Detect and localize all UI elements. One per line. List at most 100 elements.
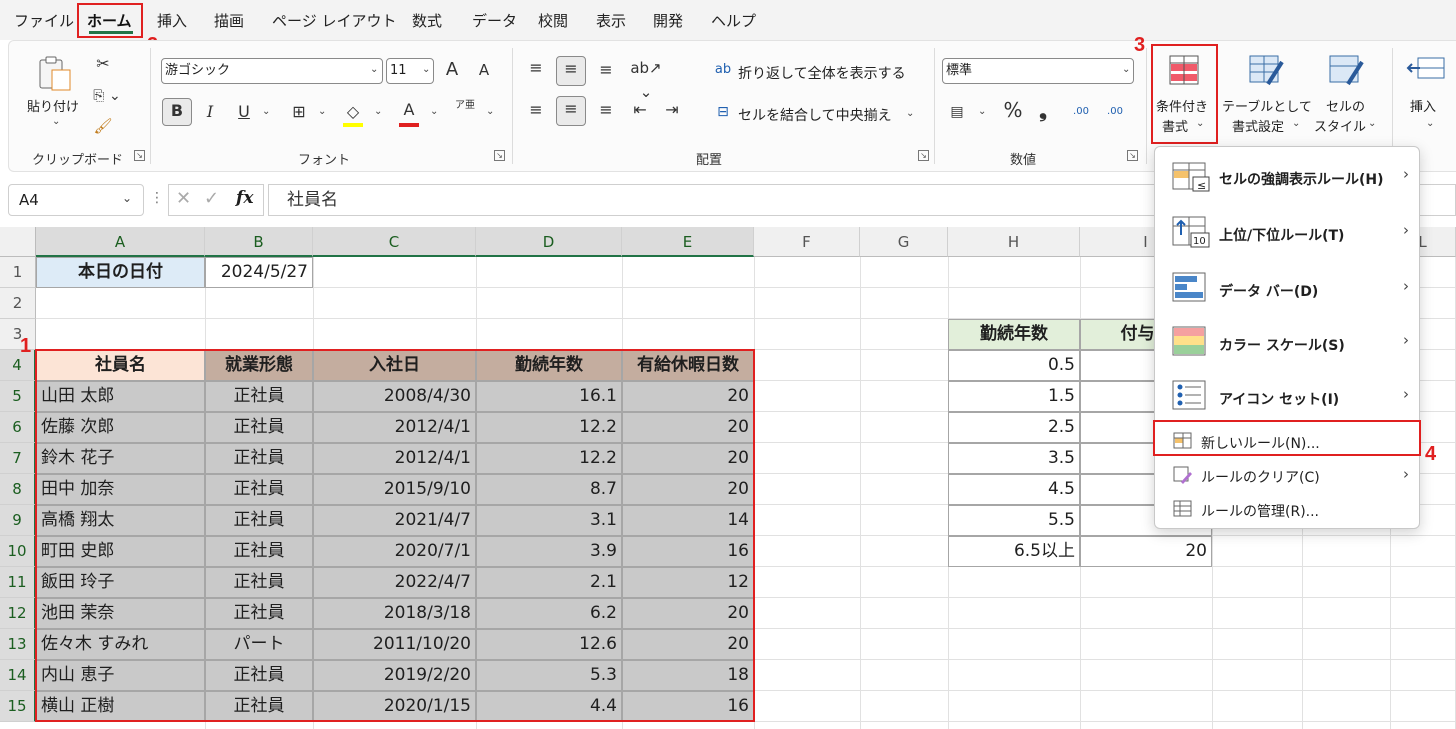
menu-item-data-bars[interactable]: データ バー(D) › [1155, 259, 1419, 315]
align-bottom-icon[interactable]: ≡ [594, 58, 618, 82]
lookup-years-cell[interactable]: 6.5以上 [948, 536, 1080, 567]
fill-color-icon[interactable]: ◇ [340, 100, 366, 124]
date-label-cell[interactable]: 本日の日付 [36, 257, 205, 288]
lookup-years-cell[interactable]: 1.5 [948, 381, 1080, 412]
paste-dropdown-icon[interactable]: ⌄ [52, 116, 60, 127]
orientation-icon[interactable]: ab↗ ⌄ [626, 56, 666, 104]
row-header-5[interactable]: 5 [0, 381, 36, 412]
fill-color-dropdown-icon[interactable]: ⌄ [374, 106, 382, 117]
format-as-table-dropdown-icon[interactable]: ⌄ [1292, 118, 1300, 129]
row-header-12[interactable]: 12 [0, 598, 36, 629]
phonetic-dropdown-icon[interactable]: ⌄ [486, 106, 494, 117]
column-header-e[interactable]: E [622, 227, 754, 257]
merge-center-button[interactable]: セルを結合して中央揃え [738, 105, 892, 125]
merge-dropdown-icon[interactable]: ⌄ [906, 108, 914, 119]
date-value-cell[interactable]: 2024/5/27 [205, 257, 313, 288]
font-size-dropdown-icon[interactable]: ⌄ [422, 64, 430, 75]
menu-item-top-bottom-rules[interactable]: 10 上位/下位ルール(T) › [1155, 205, 1419, 261]
underline-dropdown-icon[interactable]: ⌄ [262, 106, 270, 117]
insert-function-button[interactable]: fx [236, 188, 253, 208]
row-header-8[interactable]: 8 [0, 474, 36, 505]
tab-review[interactable]: 校閲 [538, 10, 568, 31]
clipboard-launcher-icon[interactable]: ↘ [134, 150, 145, 161]
column-header-c[interactable]: C [313, 227, 476, 257]
more-options-icon[interactable]: ⋮ [150, 190, 164, 206]
font-color-dropdown-icon[interactable]: ⌄ [430, 106, 438, 117]
tab-view[interactable]: 表示 [596, 10, 626, 31]
tab-developer[interactable]: 開発 [653, 10, 683, 31]
lookup-header-cell[interactable]: 勤続年数 [948, 319, 1080, 350]
lookup-years-cell[interactable]: 5.5 [948, 505, 1080, 536]
menu-item-icon-sets[interactable]: アイコン セット(I) › [1155, 367, 1419, 423]
lookup-days-cell[interactable]: 20 [1080, 536, 1212, 567]
row-header-9[interactable]: 9 [0, 505, 36, 536]
insert-cells-icon[interactable] [1406, 54, 1446, 86]
align-center-icon[interactable]: ≡ [556, 96, 586, 126]
row-header-13[interactable]: 13 [0, 629, 36, 660]
format-as-table-label-2[interactable]: 書式設定 [1232, 116, 1284, 135]
tab-formulas[interactable]: 数式 [412, 10, 442, 31]
menu-item-manage-rules[interactable]: ルールの管理(R)... [1155, 493, 1419, 527]
bold-button[interactable]: B [162, 98, 192, 126]
comma-style-button[interactable]: ❟ [1032, 98, 1054, 122]
wrap-text-icon[interactable]: ab [712, 58, 734, 82]
cell-styles-dropdown-icon[interactable]: ⌄ [1368, 118, 1376, 129]
align-middle-icon[interactable]: ≡ [556, 56, 586, 86]
lookup-years-cell[interactable]: 2.5 [948, 412, 1080, 443]
grow-font-icon[interactable]: A [440, 58, 464, 82]
column-header-f[interactable]: F [754, 227, 860, 257]
format-as-table-icon[interactable] [1248, 54, 1284, 86]
tab-help[interactable]: ヘルプ [711, 10, 756, 31]
underline-button[interactable]: U [232, 100, 256, 124]
cell-styles-label-1[interactable]: セルの [1326, 96, 1365, 115]
menu-item-highlight-rules[interactable]: ≤ セルの強調表示ルール(H) › [1155, 149, 1419, 205]
accounting-format-icon[interactable]: ▤ [944, 100, 970, 124]
column-header-g[interactable]: G [860, 227, 948, 257]
increase-indent-icon[interactable]: ⇥ [660, 98, 684, 122]
align-top-icon[interactable]: ≡ [524, 56, 548, 80]
phonetic-guide-button[interactable]: ア亜 [452, 100, 478, 112]
cut-icon[interactable]: ✂ [92, 52, 114, 76]
row-header-10[interactable]: 10 [0, 536, 36, 567]
row-header-11[interactable]: 11 [0, 567, 36, 598]
column-header-a[interactable]: A [36, 227, 205, 257]
cell-styles-icon[interactable] [1328, 54, 1364, 86]
font-name-dropdown-icon[interactable]: ⌄ [370, 64, 378, 75]
number-format-combo[interactable]: 標準 [942, 58, 1134, 84]
format-painter-icon[interactable]: 🖌 [92, 114, 114, 138]
tab-draw[interactable]: 描画 [214, 10, 244, 31]
number-launcher-icon[interactable]: ↘ [1127, 150, 1138, 161]
tab-page-layout[interactable]: ページ レイアウト [272, 10, 396, 31]
row-header-14[interactable]: 14 [0, 660, 36, 691]
percent-button[interactable]: % [1000, 98, 1026, 122]
font-color-button[interactable]: A [396, 98, 422, 122]
row-header-2[interactable]: 2 [0, 288, 36, 319]
merge-center-icon[interactable]: ⊟ [712, 100, 734, 124]
borders-icon[interactable]: ⊞ [286, 100, 312, 124]
row-header-6[interactable]: 6 [0, 412, 36, 443]
column-header-h[interactable]: H [948, 227, 1080, 257]
row-header-7[interactable]: 7 [0, 443, 36, 474]
italic-button[interactable]: I [198, 100, 222, 124]
paste-icon[interactable] [36, 56, 74, 92]
decrease-decimal-button[interactable]: .00 [1100, 100, 1130, 124]
cancel-icon[interactable]: ✕ [176, 188, 191, 209]
number-format-dropdown-icon[interactable]: ⌄ [1122, 64, 1130, 75]
borders-dropdown-icon[interactable]: ⌄ [318, 106, 326, 117]
copy-icon[interactable]: ⎘ ⌄ [90, 84, 124, 108]
align-left-icon[interactable]: ≡ [524, 98, 548, 122]
accounting-dropdown-icon[interactable]: ⌄ [978, 106, 986, 117]
lookup-years-cell[interactable]: 3.5 [948, 443, 1080, 474]
font-name-combo[interactable]: 游ゴシック [161, 58, 383, 84]
insert-dropdown-icon[interactable]: ⌄ [1426, 118, 1434, 129]
decrease-indent-icon[interactable]: ⇤ [628, 98, 652, 122]
row-header-15[interactable]: 15 [0, 691, 36, 722]
insert-cells-label[interactable]: 挿入 [1410, 96, 1436, 115]
font-launcher-icon[interactable]: ↘ [494, 150, 505, 161]
shrink-font-icon[interactable]: A [472, 58, 496, 82]
menu-item-color-scales[interactable]: カラー スケール(S) › [1155, 313, 1419, 369]
tab-file[interactable]: ファイル [14, 10, 74, 31]
alignment-launcher-icon[interactable]: ↘ [918, 150, 929, 161]
column-header-b[interactable]: B [205, 227, 313, 257]
column-header-d[interactable]: D [476, 227, 622, 257]
